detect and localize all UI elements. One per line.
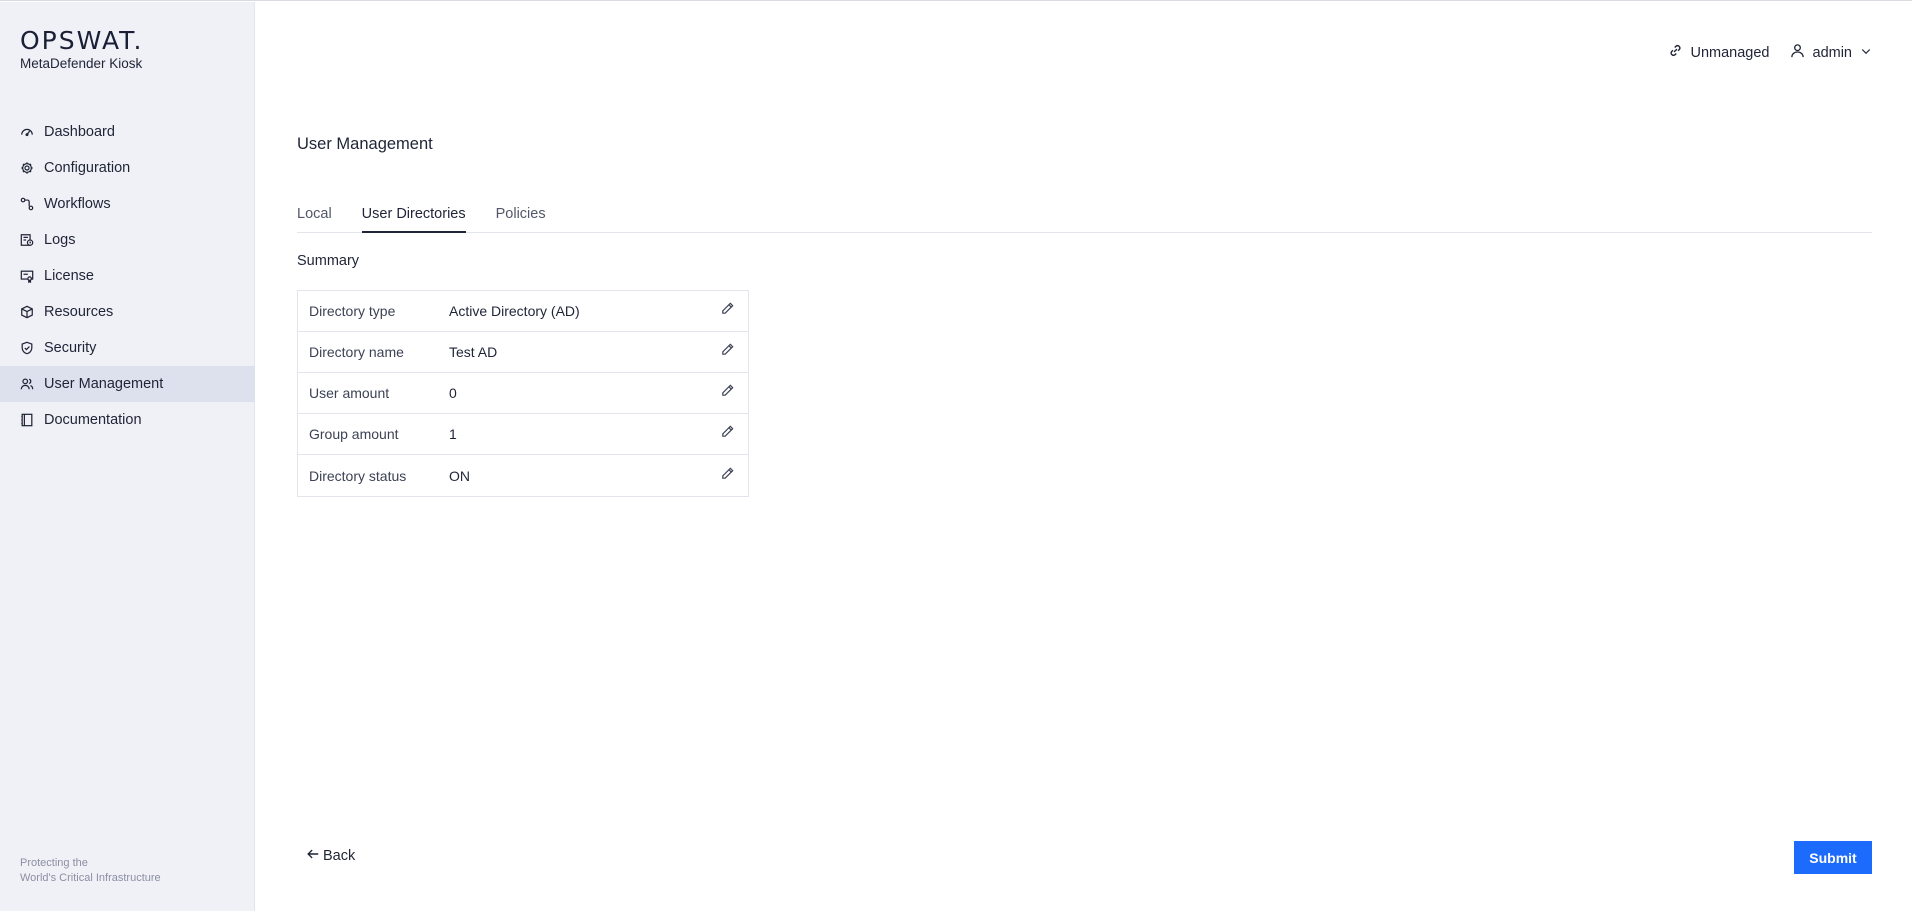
management-mode-button[interactable]: Unmanaged (1668, 43, 1770, 62)
sidebar-item-configuration[interactable]: Configuration (0, 150, 255, 186)
logs-icon (20, 233, 34, 247)
row-value: Active Directory (AD) (449, 303, 580, 319)
sidebar-item-documentation[interactable]: Documentation (0, 402, 255, 438)
edit-directory-name-button[interactable] (706, 342, 748, 362)
users-icon (20, 377, 34, 391)
tagline-line-2: World's Critical Infrastructure (20, 872, 161, 884)
summary-table: Directory type Active Directory (AD) Dir… (297, 290, 749, 497)
sidebar-item-label: License (44, 268, 94, 284)
pencil-icon (720, 342, 735, 362)
license-icon (20, 269, 34, 283)
row-value: Test AD (449, 344, 498, 360)
table-row: User amount 0 (298, 373, 748, 414)
sidebar-item-license[interactable]: License (0, 258, 255, 294)
submit-button[interactable]: Submit (1794, 841, 1872, 874)
tab-bar: Local User Directories Policies (297, 205, 1872, 233)
user-name: admin (1812, 44, 1853, 61)
edit-directory-status-button[interactable] (706, 466, 748, 486)
app-window: OPSWAT. MetaDefender Kiosk Dashboard Con… (0, 0, 1912, 911)
sidebar-item-label: Documentation (44, 412, 142, 428)
edit-group-amount-button[interactable] (706, 424, 748, 444)
table-row: Directory name Test AD (298, 332, 748, 373)
back-button[interactable]: Back (306, 847, 355, 865)
sidebar-item-dashboard[interactable]: Dashboard (0, 114, 255, 150)
row-label: Directory name (309, 344, 404, 360)
sidebar-item-user-management[interactable]: User Management (0, 366, 255, 402)
sidebar-item-label: Security (44, 340, 97, 356)
user-menu[interactable]: admin (1790, 43, 1873, 62)
sidebar: OPSWAT. MetaDefender Kiosk Dashboard Con… (0, 2, 255, 911)
pencil-icon (720, 466, 735, 486)
tab-local[interactable]: Local (297, 205, 332, 233)
row-value: 0 (449, 385, 457, 401)
arrow-left-icon (306, 847, 320, 865)
edit-directory-type-button[interactable] (706, 301, 748, 321)
sidebar-item-label: Dashboard (44, 124, 115, 140)
table-row: Group amount 1 (298, 414, 748, 455)
management-mode-label: Unmanaged (1690, 44, 1770, 61)
row-label: Group amount (309, 426, 399, 442)
opswat-logo: OPSWAT. (20, 26, 144, 55)
brand: OPSWAT. MetaDefender Kiosk (20, 27, 143, 72)
sidebar-tagline: Protecting the World's Critical Infrastr… (20, 856, 161, 886)
sidebar-nav: Dashboard Configuration Workflows Logs L… (0, 114, 255, 438)
tagline-line-1: Protecting the (20, 857, 88, 869)
sidebar-item-label: Resources (44, 304, 114, 320)
sidebar-item-workflows[interactable]: Workflows (0, 186, 255, 222)
sidebar-item-label: Logs (44, 232, 76, 248)
pencil-icon (720, 424, 735, 444)
header-actions: Unmanaged admin (1668, 43, 1873, 62)
pencil-icon (720, 301, 735, 321)
row-value: ON (449, 467, 470, 484)
gear-icon (20, 161, 34, 175)
page-title: User Management (297, 135, 433, 153)
table-row: Directory status ON (298, 455, 748, 496)
tab-user-directories[interactable]: User Directories (361, 205, 466, 233)
shield-icon (20, 341, 34, 355)
sidebar-item-label: Workflows (44, 196, 111, 212)
sidebar-item-label: Configuration (44, 160, 131, 176)
row-label: Directory type (309, 303, 396, 319)
tab-policies[interactable]: Policies (496, 205, 546, 233)
dashboard-icon (20, 125, 34, 139)
row-label: User amount (309, 385, 390, 401)
row-label: Directory status (309, 467, 407, 484)
section-title: Summary (297, 253, 360, 269)
back-label: Back (323, 848, 356, 864)
pencil-icon (720, 383, 735, 403)
link-icon (1668, 43, 1683, 62)
product-name: MetaDefender Kiosk (20, 56, 143, 71)
workflow-icon (20, 197, 34, 211)
edit-user-amount-button[interactable] (706, 383, 748, 403)
row-value: 1 (449, 426, 457, 442)
sidebar-item-logs[interactable]: Logs (0, 222, 255, 258)
user-icon (1790, 43, 1805, 62)
sidebar-item-label: User Management (44, 376, 164, 392)
cube-icon (20, 305, 34, 319)
sidebar-item-security[interactable]: Security (0, 330, 255, 366)
table-row: Directory type Active Directory (AD) (298, 291, 748, 332)
sidebar-item-resources[interactable]: Resources (0, 294, 255, 330)
book-icon (20, 413, 34, 427)
chevron-down-icon (1860, 45, 1872, 61)
